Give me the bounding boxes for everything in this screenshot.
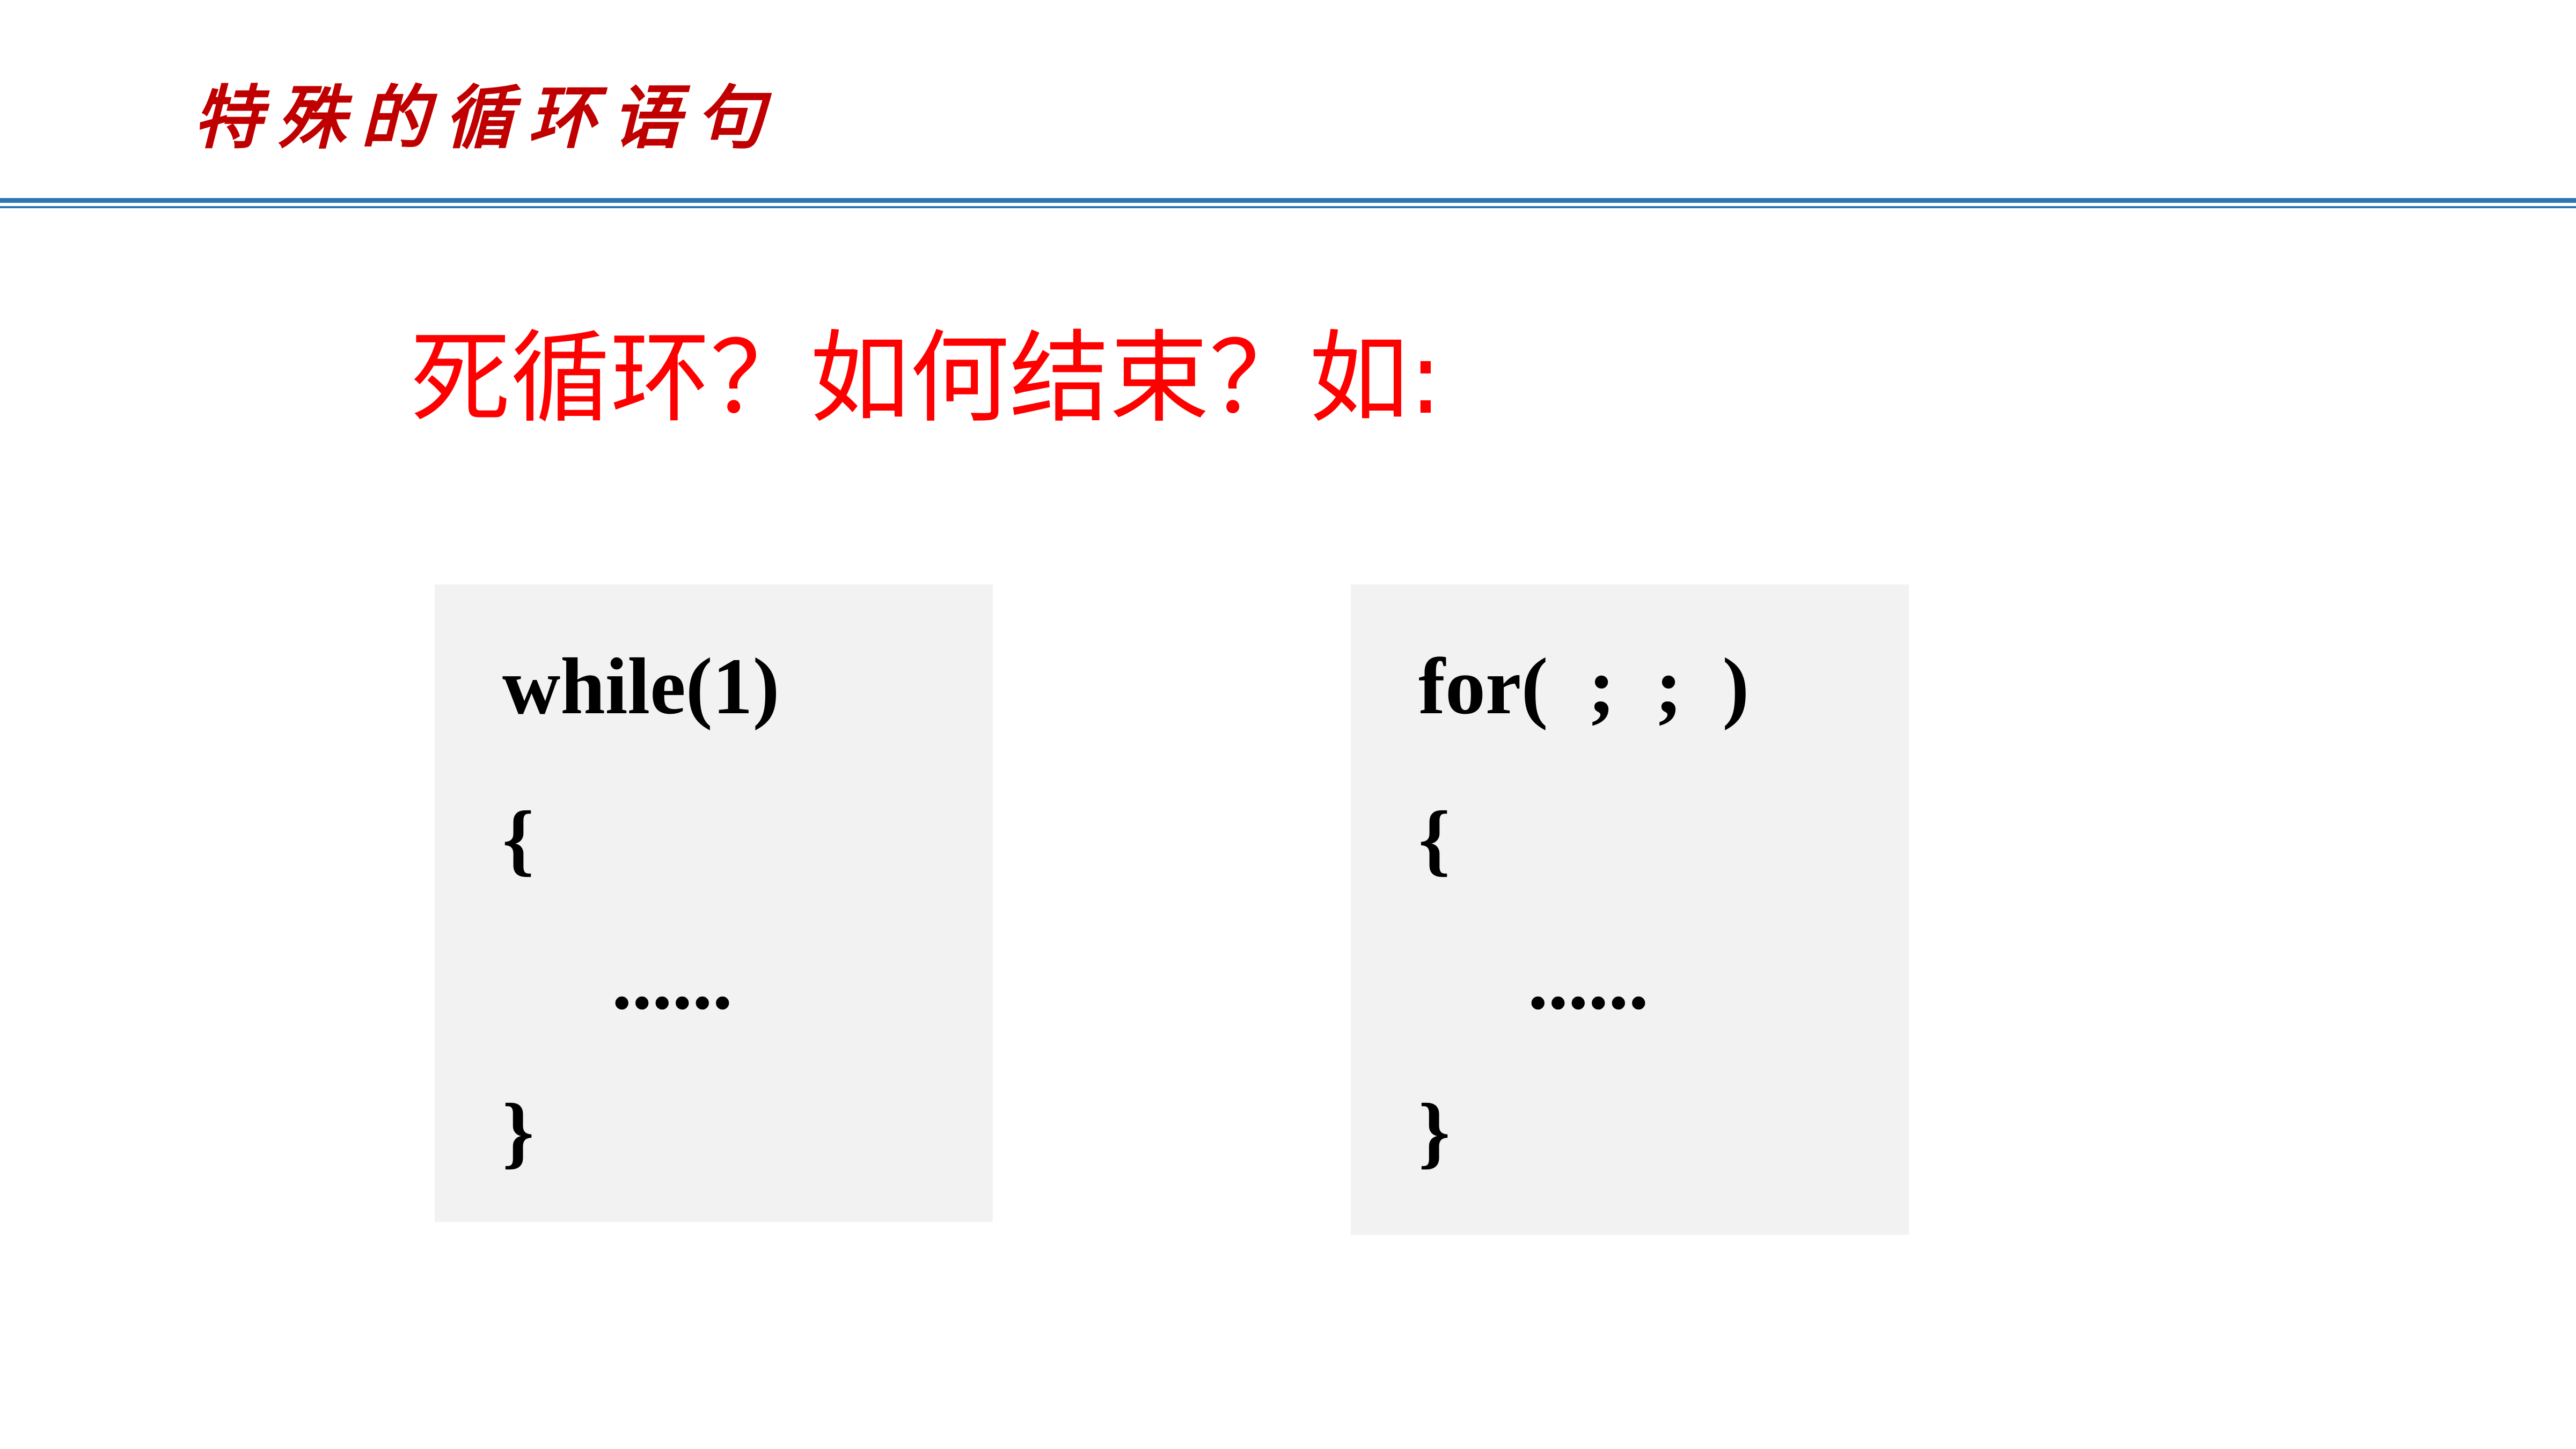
header-divider-thin	[0, 206, 2576, 208]
slide-title: 特殊的循环语句	[193, 78, 780, 158]
while-open-brace: {	[502, 795, 535, 884]
question-text: 死循环？如何结束？如:	[411, 320, 1443, 436]
header-divider-thick	[0, 198, 2576, 203]
while-close-brace: }	[502, 1087, 535, 1176]
for-close-brace: }	[1418, 1087, 1451, 1176]
slide: 特殊的循环语句 死循环？如何结束？如: while(1) { ...... } …	[0, 0, 2576, 1449]
for-loop-code-box: for( ; ; ) { ...... }	[1351, 584, 1909, 1235]
for-open-brace: {	[1418, 795, 1451, 884]
while-loop-code-box: while(1) { ...... }	[435, 584, 993, 1222]
for-body-ellipsis: ......	[1528, 937, 1649, 1026]
for-header: for( ; ; )	[1418, 642, 1750, 731]
while-header: while(1)	[502, 642, 780, 731]
while-body-ellipsis: ......	[612, 937, 733, 1026]
